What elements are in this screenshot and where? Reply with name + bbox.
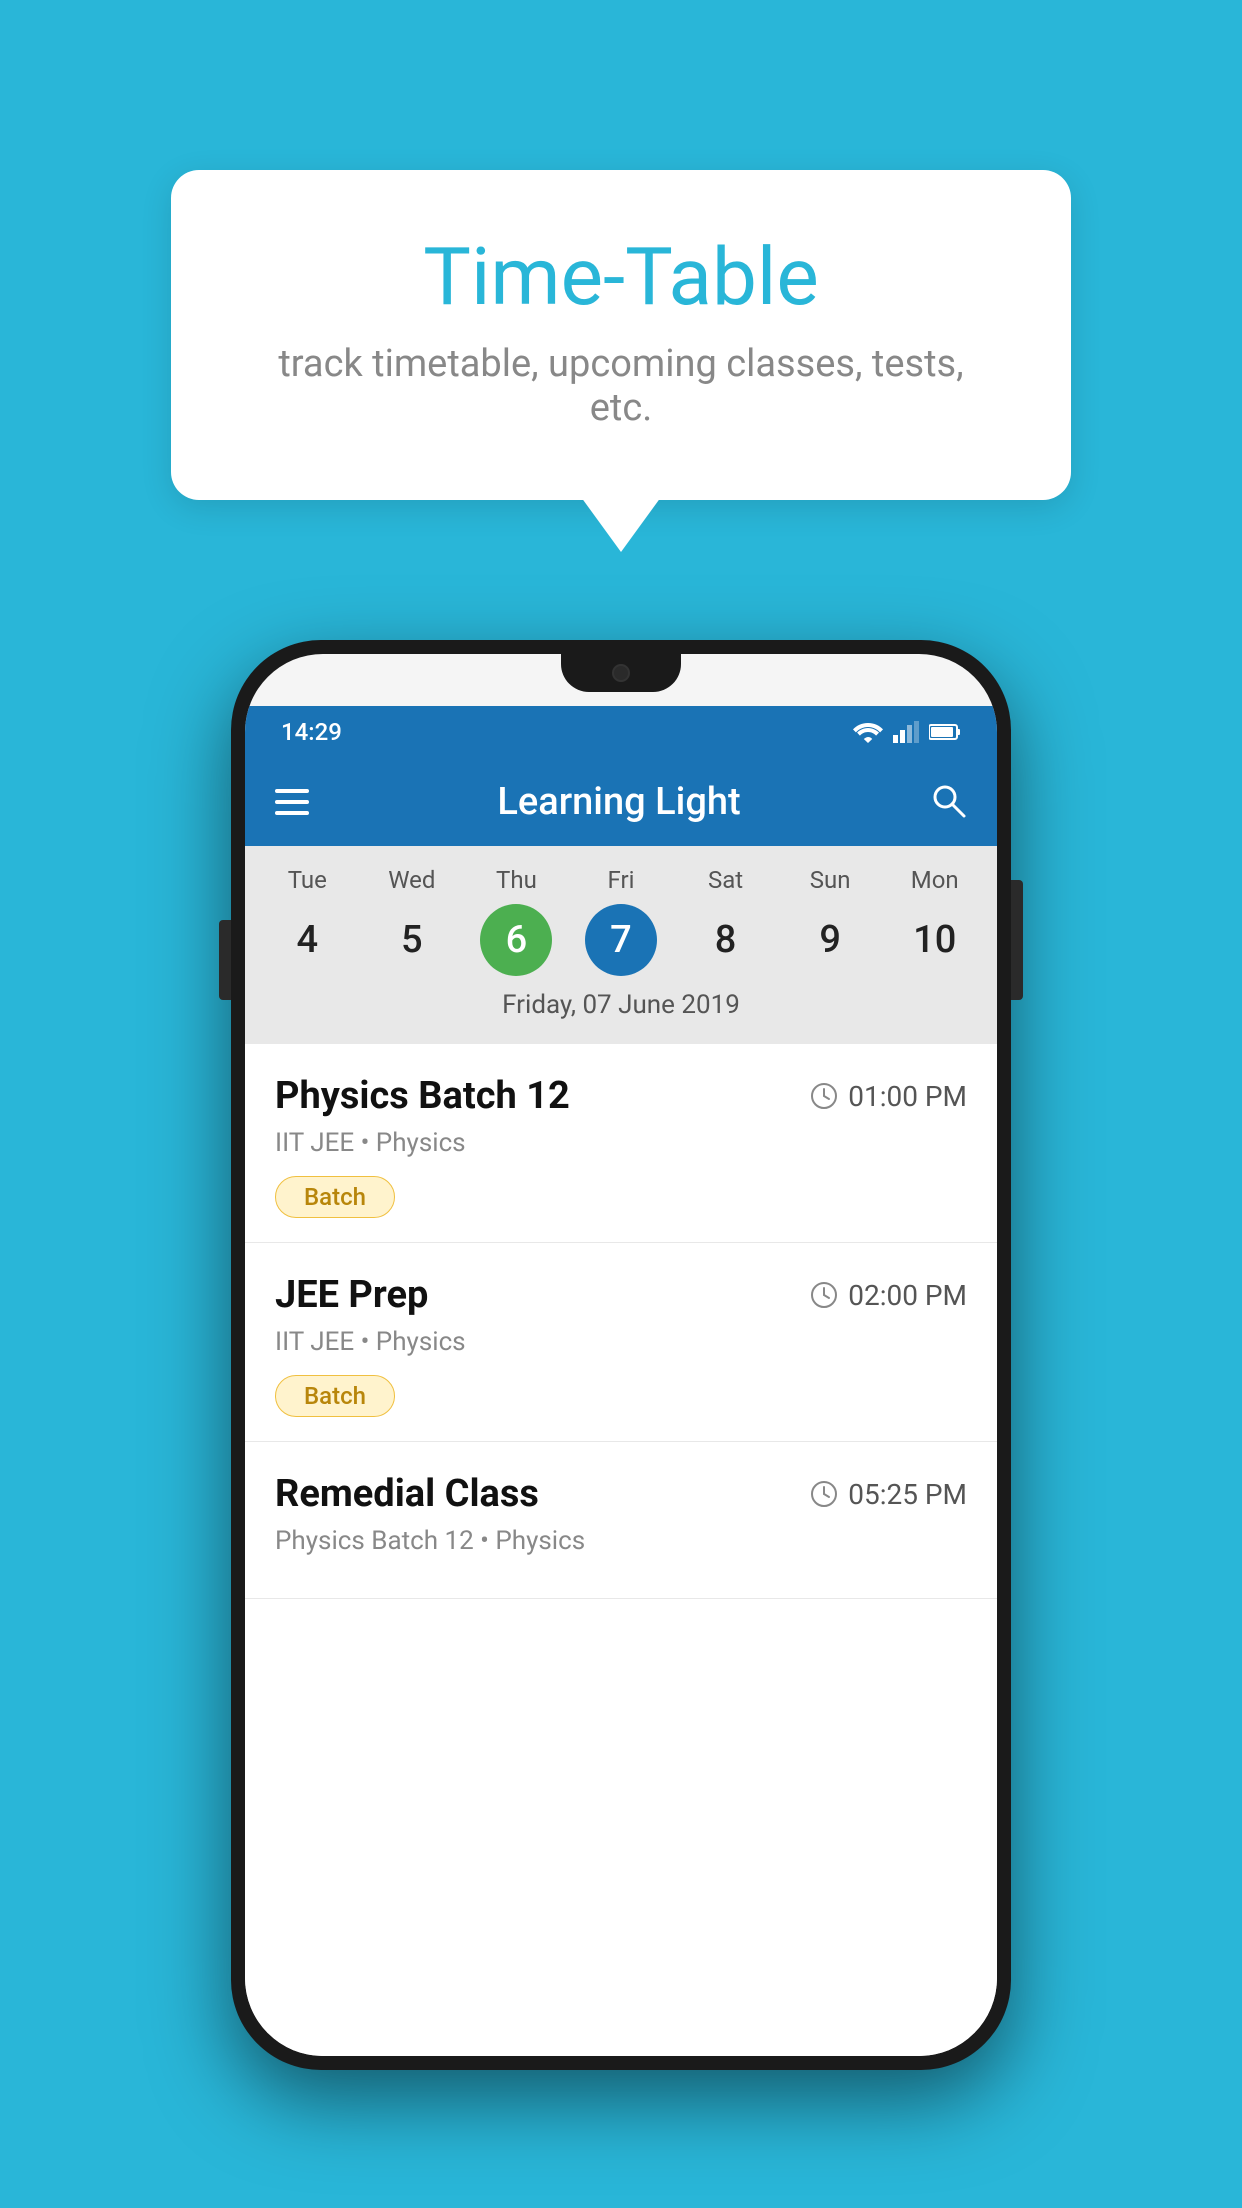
hamburger-icon[interactable] [275, 789, 309, 815]
signal-icon [893, 721, 919, 743]
clock-icon-3 [810, 1480, 838, 1508]
speech-bubble: Time-Table track timetable, upcoming cla… [171, 170, 1071, 500]
hamburger-line-2 [275, 800, 309, 804]
day-header-wed: Wed [360, 866, 465, 894]
selected-date-label: Friday, 07 June 2019 [255, 990, 987, 1034]
day-header-tue: Tue [255, 866, 360, 894]
day-5[interactable]: 5 [360, 904, 465, 976]
phone-screen: 14:29 [245, 654, 997, 2056]
front-camera [612, 664, 630, 682]
clock-icon-2 [810, 1281, 838, 1309]
day-header-fri: Fri [569, 866, 674, 894]
screen-content: 14:29 [245, 654, 997, 2056]
batch-tag-1: Batch [275, 1176, 395, 1218]
search-icon [929, 781, 967, 819]
calendar-week: Tue Wed Thu Fri Sat Sun Mon 4 5 6 7 8 [245, 846, 997, 1044]
day-header-sat: Sat [673, 866, 778, 894]
day-header-mon: Mon [882, 866, 987, 894]
schedule-item-3-time: 05:25 PM [810, 1478, 967, 1511]
phone-mockup: 14:29 [231, 640, 1011, 2070]
schedule-item-1-header: Physics Batch 12 01:00 PM [275, 1074, 967, 1118]
status-time: 14:29 [281, 718, 342, 746]
day-8[interactable]: 8 [673, 904, 778, 976]
schedule-item-1-name: Physics Batch 12 [275, 1074, 570, 1118]
app-bar: Learning Light [245, 758, 997, 846]
schedule-item-2-name: JEE Prep [275, 1273, 428, 1317]
schedule-item-3-header: Remedial Class 05:25 PM [275, 1472, 967, 1516]
schedule-item-2-time: 02:00 PM [810, 1279, 967, 1312]
schedule-item-3-name: Remedial Class [275, 1472, 539, 1516]
day-header-thu: Thu [464, 866, 569, 894]
day-headers: Tue Wed Thu Fri Sat Sun Mon [255, 866, 987, 894]
schedule-list: Physics Batch 12 01:00 PM IIT JEE • Ph [245, 1044, 997, 2056]
clock-icon-1 [810, 1082, 838, 1110]
day-6-today[interactable]: 6 [480, 904, 552, 976]
app-title: Learning Light [333, 780, 905, 824]
schedule-item-1-sub: IIT JEE • Physics [275, 1128, 967, 1158]
day-header-sun: Sun [778, 866, 883, 894]
schedule-item-2[interactable]: JEE Prep 02:00 PM IIT JEE • Physics [245, 1243, 997, 1442]
hamburger-line-3 [275, 811, 309, 815]
status-icons [853, 721, 961, 743]
bubble-subtitle: track timetable, upcoming classes, tests… [251, 342, 991, 430]
day-numbers: 4 5 6 7 8 9 10 [255, 904, 987, 976]
schedule-item-2-header: JEE Prep 02:00 PM [275, 1273, 967, 1317]
batch-tag-2: Batch [275, 1375, 395, 1417]
phone-notch [561, 654, 681, 692]
day-9[interactable]: 9 [778, 904, 883, 976]
schedule-item-1-time: 01:00 PM [810, 1080, 967, 1113]
wifi-icon [853, 721, 883, 743]
phone-outer: 14:29 [231, 640, 1011, 2070]
schedule-item-1[interactable]: Physics Batch 12 01:00 PM IIT JEE • Ph [245, 1044, 997, 1243]
day-10[interactable]: 10 [882, 904, 987, 976]
battery-icon [929, 723, 961, 741]
schedule-item-2-sub: IIT JEE • Physics [275, 1327, 967, 1357]
status-bar: 14:29 [245, 706, 997, 758]
schedule-item-3-sub: Physics Batch 12 • Physics [275, 1526, 967, 1556]
bubble-title: Time-Table [251, 230, 991, 324]
search-button[interactable] [929, 781, 967, 823]
schedule-item-3[interactable]: Remedial Class 05:25 PM Physics Batch [245, 1442, 997, 1599]
day-7-selected[interactable]: 7 [585, 904, 657, 976]
hamburger-line-1 [275, 789, 309, 793]
day-4[interactable]: 4 [255, 904, 360, 976]
